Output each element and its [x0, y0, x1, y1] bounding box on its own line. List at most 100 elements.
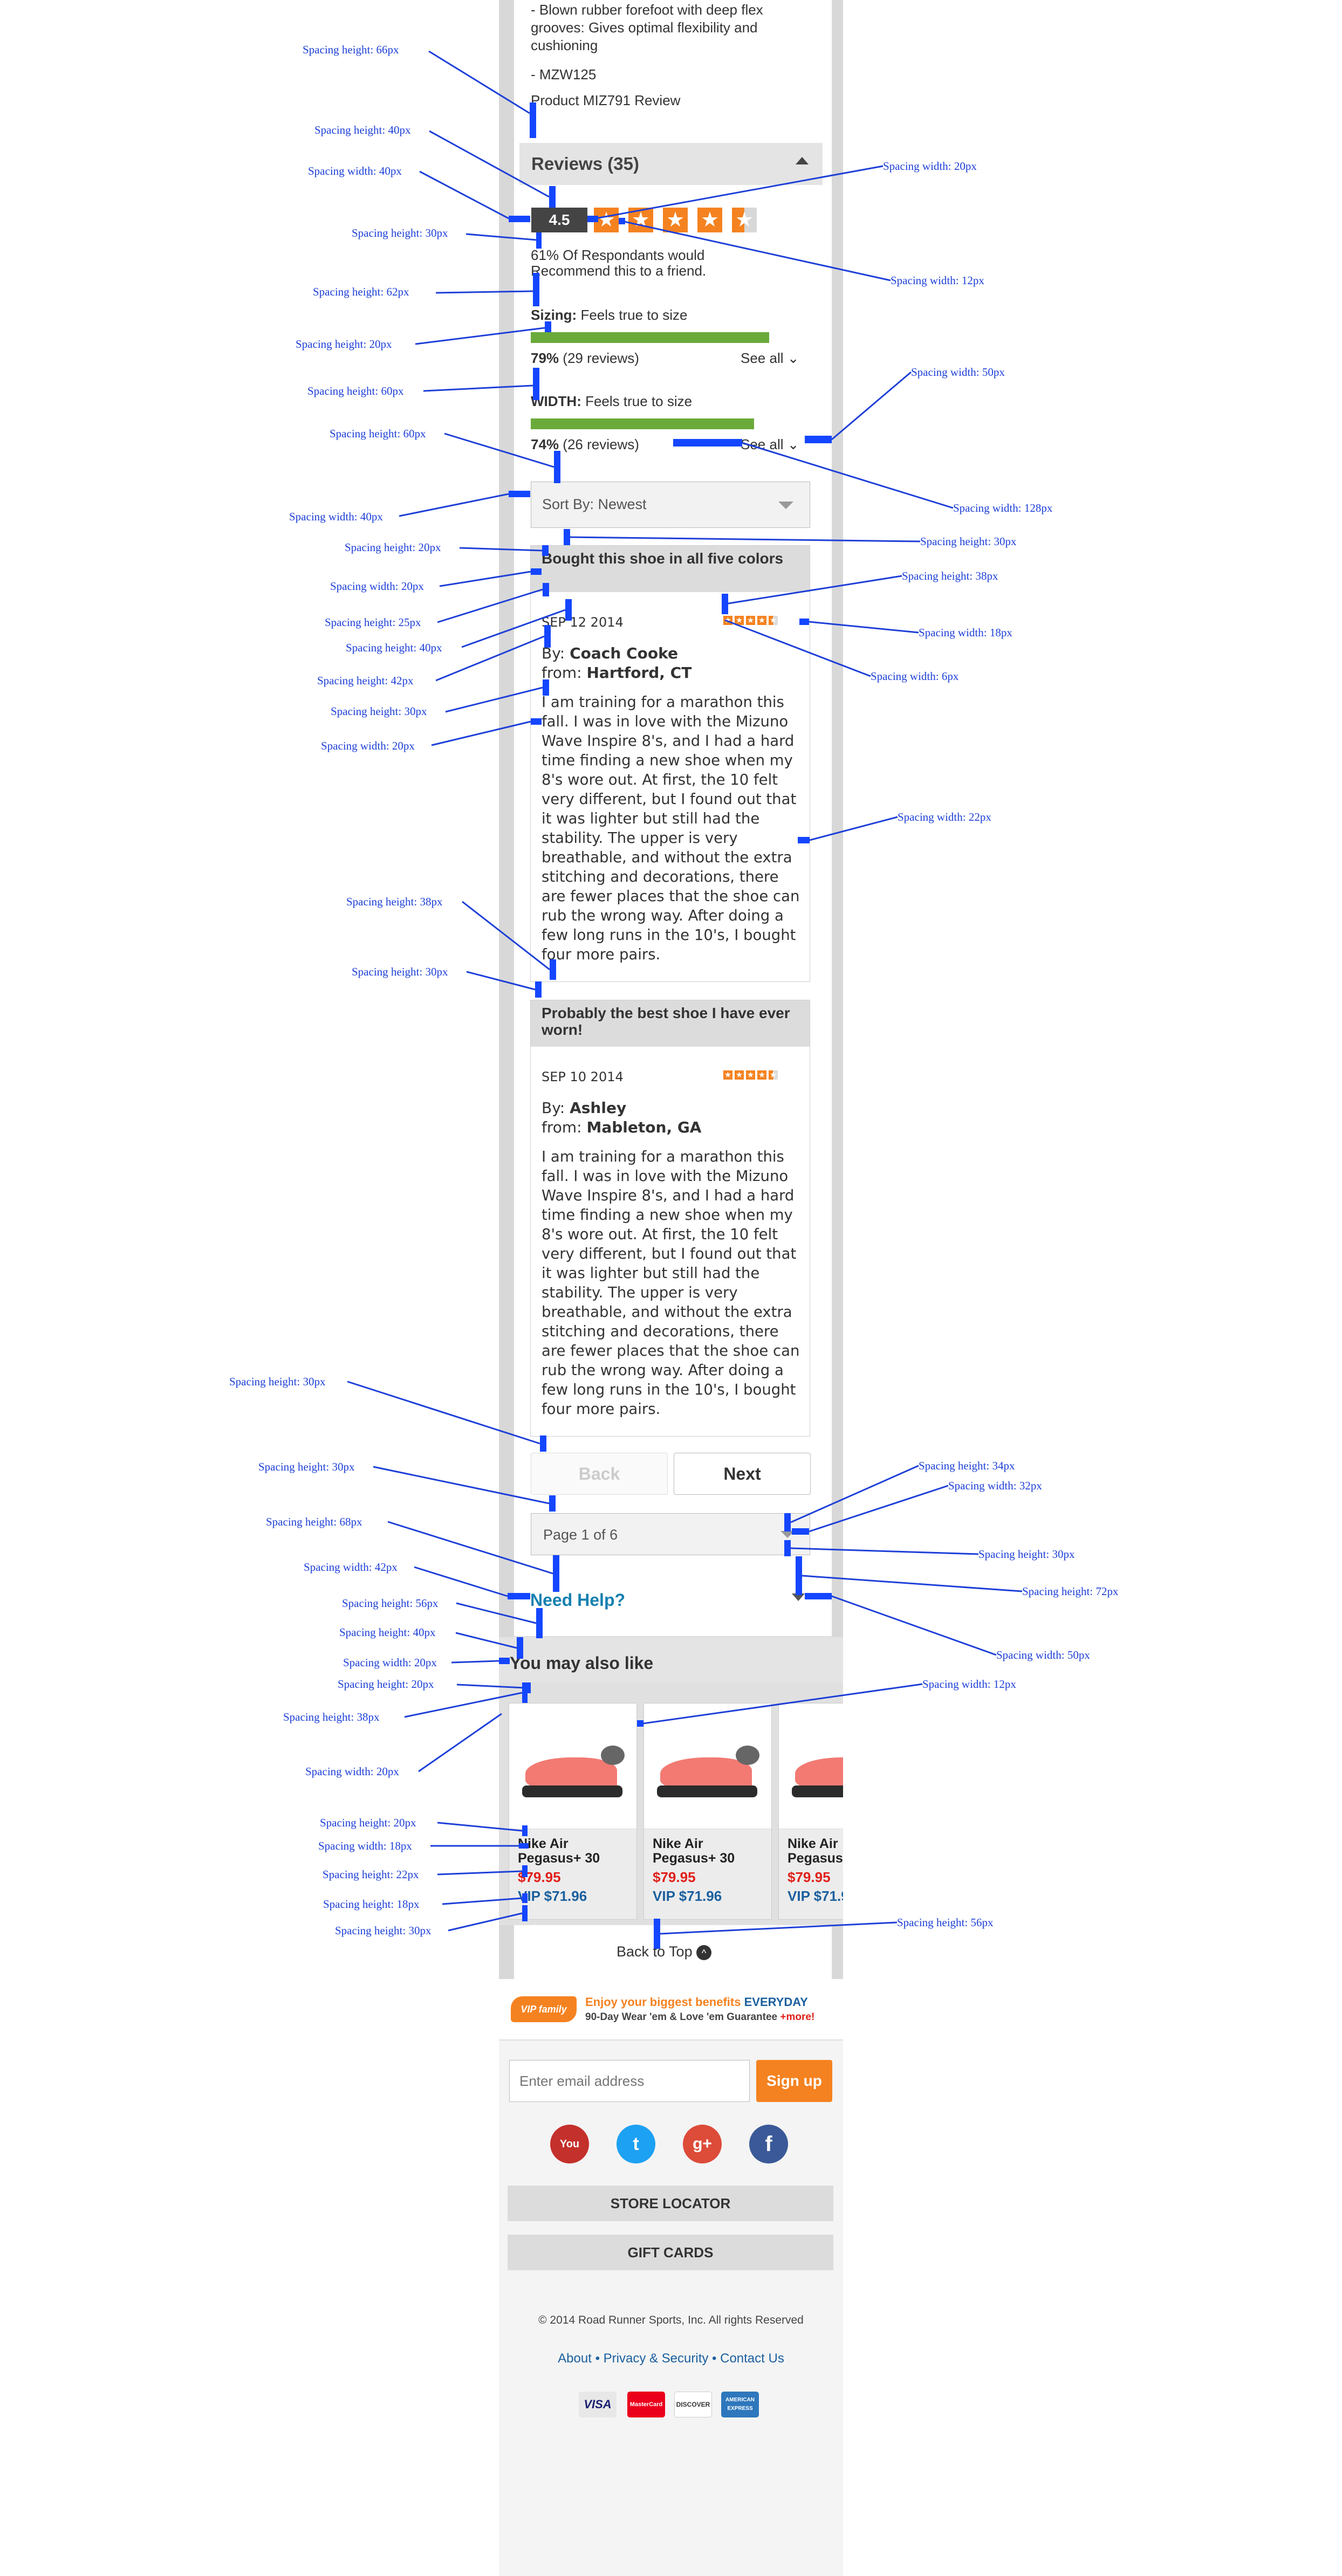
annotation-label: Spacing height: 56px	[342, 1597, 439, 1610]
product-price: $79.95	[788, 1869, 831, 1885]
contact-link[interactable]: Contact Us	[720, 2351, 784, 2366]
google-plus-icon[interactable]: g+	[683, 2125, 722, 2163]
next-button[interactable]: Next	[674, 1453, 811, 1495]
spacing-marker	[554, 451, 560, 483]
page-select[interactable]: Page 1 of 6	[531, 1513, 810, 1555]
also-like-title: You may also like	[510, 1653, 654, 1673]
award-badge-icon	[736, 1746, 759, 1765]
annotation-label: Spacing height: 22px	[323, 1868, 419, 1881]
product-carousel[interactable]: Nike Air Pegasus+ 30 $79.95 VIP $71.96 N…	[499, 1682, 843, 1925]
mastercard-icon: MasterCard	[627, 2392, 665, 2417]
also-like-header: You may also like	[499, 1637, 843, 1682]
visa-card-icon: VISA	[579, 2392, 617, 2417]
shoe-upper	[660, 1757, 752, 1790]
twitter-icon[interactable]: t	[617, 2125, 655, 2163]
star-icon: ★	[735, 616, 744, 625]
annotation-label: Spacing width: 20px	[330, 580, 424, 593]
privacy-link[interactable]: Privacy & Security	[604, 2351, 709, 2366]
spacing-marker	[522, 1905, 528, 1921]
annotation-label: Spacing height: 30px	[920, 535, 1017, 548]
review-card: Bought this shoe in all five colors SEP …	[530, 545, 810, 982]
annotation-label: Spacing height: 20px	[338, 1678, 434, 1691]
sort-select-value: Sort By: Newest	[542, 496, 647, 512]
annotation-label: Spacing height: 34px	[919, 1459, 1015, 1472]
product-vip-price: VIP $71.96	[788, 1888, 843, 1904]
spacing-marker	[545, 321, 551, 332]
width-see-all-link[interactable]: See all ⌄	[741, 436, 799, 454]
about-link[interactable]: About	[558, 2351, 592, 2366]
spacing-marker	[544, 625, 551, 648]
sizing-summary: Sizing: Feels true to size	[531, 307, 688, 323]
back-button[interactable]: Back	[531, 1453, 668, 1495]
annotation-label: Spacing width: 50px	[911, 366, 1005, 379]
spacing-marker	[522, 1682, 528, 1703]
spacing-marker	[499, 1658, 510, 1664]
spacing-marker	[509, 491, 530, 497]
spacing-marker	[543, 583, 549, 596]
star-icon: ★	[757, 1070, 766, 1080]
email-input[interactable]	[509, 2060, 750, 2102]
review-location: from: Mableton, GA	[542, 1118, 702, 1136]
annotation-label: Spacing height: 30px	[352, 226, 448, 239]
review-title: Bought this shoe in all five colors	[531, 546, 810, 592]
youtube-icon[interactable]: You	[550, 2125, 589, 2163]
spacing-marker	[637, 1720, 643, 1727]
product-image	[644, 1703, 771, 1829]
facebook-icon[interactable]: f	[749, 2125, 788, 2163]
sort-select[interactable]: Sort By: Newest	[531, 482, 810, 528]
product-bullet-flex-grooves: - Blown rubber forefoot with deep flex g…	[531, 2, 763, 53]
sizing-see-all-link[interactable]: See all ⌄	[741, 349, 799, 367]
annotation-label: Spacing height: 30px	[331, 705, 427, 718]
discover-card-icon: DISCOVER	[674, 2392, 712, 2417]
annotation-label: Spacing height: 60px	[330, 427, 426, 440]
spacing-marker	[508, 1593, 530, 1599]
review-author: By: Coach Cooke	[542, 644, 678, 662]
spacing-marker	[522, 1825, 528, 1836]
annotation-label: Spacing height: 20px	[296, 338, 392, 351]
star-icon: ★	[746, 1070, 755, 1080]
spacing-marker	[530, 102, 536, 138]
store-locator-button[interactable]: STORE LOCATOR	[508, 2186, 833, 2221]
product-card[interactable]: Nike Air Pegasus+ 30 $79.95 VIP $71.96	[778, 1703, 843, 1920]
annotation-label: Spacing height: 38px	[346, 895, 443, 908]
amex-card-icon: AMERICAN EXPRESS	[721, 2392, 759, 2417]
annotation-label: Spacing height: 40px	[339, 1626, 436, 1639]
gift-cards-button[interactable]: GIFT CARDS	[508, 2235, 833, 2270]
annotation-label: Spacing height: 66px	[303, 43, 399, 56]
sizing-bar	[531, 332, 769, 343]
chevron-down-icon: ⌄	[787, 436, 799, 452]
spacing-marker	[550, 959, 556, 980]
annotation-label: Spacing width: 20px	[883, 160, 977, 173]
spacing-marker	[533, 368, 539, 400]
annotation-label: Spacing width: 18px	[318, 1839, 412, 1852]
annotation-label: Spacing width: 20px	[305, 1765, 399, 1778]
annotation-label: Spacing width: 40px	[289, 510, 383, 523]
award-badge-icon	[601, 1746, 625, 1765]
review-date: SEP 12 2014	[542, 615, 624, 630]
sizing-stats: 79% (29 reviews)	[531, 350, 639, 366]
product-card[interactable]: Nike Air Pegasus+ 30 $79.95 VIP $71.96	[643, 1703, 772, 1920]
annotation-label: Spacing height: 62px	[313, 285, 409, 298]
annotation-label: Spacing height: 30px	[352, 965, 448, 978]
signup-button[interactable]: Sign up	[756, 2060, 832, 2102]
annotation-label: Spacing width: 12px	[891, 274, 984, 287]
reviews-header[interactable]: Reviews (35)	[519, 143, 823, 185]
back-to-top-link[interactable]: Back to Top ^	[617, 1943, 712, 1960]
recommend-text: 61% Of Respondants would Recommend this …	[531, 247, 707, 279]
star-icon: ★	[697, 208, 722, 232]
annotation-label: Spacing height: 20px	[345, 541, 441, 554]
product-card[interactable]: Nike Air Pegasus+ 30 $79.95 VIP $71.96	[509, 1703, 637, 1920]
spacing-marker	[549, 1495, 556, 1512]
product-image	[509, 1703, 636, 1829]
spacing-marker	[553, 1555, 559, 1592]
review-text: I am training for a marathon this fall. …	[542, 1148, 800, 1418]
spacing-marker	[522, 1865, 528, 1877]
review-title: Probably the best shoe I have ever worn!	[531, 1000, 810, 1047]
width-stats: 74% (26 reviews)	[531, 436, 639, 452]
annotation-label: Spacing height: 56px	[897, 1916, 994, 1929]
star-icon: ★	[628, 208, 653, 232]
vip-banner[interactable]: VIP family Enjoy your biggest benefits E…	[499, 1979, 843, 2041]
need-help-link[interactable]: Need Help?	[530, 1590, 625, 1610]
spacing-marker	[522, 1893, 528, 1903]
spacing-marker	[654, 1919, 660, 1949]
